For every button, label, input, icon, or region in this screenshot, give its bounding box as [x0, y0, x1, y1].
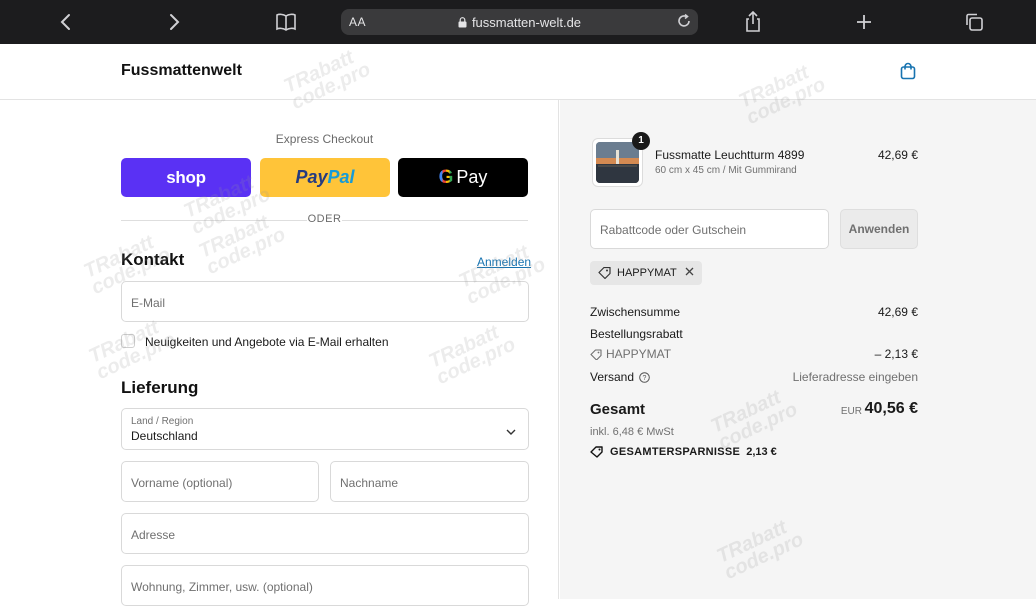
- order-discount-label: Bestellungsrabatt: [590, 327, 683, 341]
- quantity-badge: 1: [632, 132, 650, 150]
- total-savings: GESAMTERSPARNISSE 2,13 €: [590, 446, 777, 458]
- help-icon[interactable]: ?: [639, 371, 650, 383]
- shipping-label: Versand ?: [590, 370, 650, 384]
- order-discount-code: HAPPYMAT: [590, 347, 671, 361]
- newsletter-label: Neuigkeiten und Angebote via E-Mail erha…: [145, 335, 389, 349]
- tag-icon: [598, 267, 611, 279]
- google-pay-button[interactable]: G Pay: [398, 158, 528, 197]
- subtotal-label: Zwischensumme: [590, 305, 681, 319]
- order-summary: 1 Fussmatte Leuchtturm 4899 60 cm x 45 c…: [560, 100, 1036, 599]
- savings-tag-icon: [590, 446, 604, 458]
- svg-text:?: ?: [643, 375, 647, 382]
- product-image: [596, 142, 639, 183]
- share-icon[interactable]: [739, 9, 767, 35]
- express-checkout-title: Express Checkout: [275, 132, 374, 146]
- browser-toolbar: AA fussmatten-welt.de: [0, 0, 1036, 44]
- tag-icon: [590, 348, 602, 360]
- apartment-field[interactable]: Wohnung, Zimmer, usw. (optional): [121, 565, 529, 606]
- back-icon[interactable]: [51, 9, 79, 35]
- address-bar[interactable]: AA fussmatten-welt.de: [341, 9, 698, 35]
- address-field[interactable]: Adresse: [121, 513, 529, 554]
- firstname-field[interactable]: Vorname (optional): [121, 461, 319, 502]
- chevron-down-icon: [506, 423, 516, 441]
- divider-oder: ODER: [121, 213, 528, 227]
- shipping-value: Lieferadresse eingeben: [792, 370, 918, 384]
- lastname-field[interactable]: Nachname: [330, 461, 529, 502]
- total-value: 40,56 €: [864, 400, 918, 417]
- shop-name[interactable]: Fussmattenwelt: [121, 62, 242, 80]
- url-host-text: fussmatten-welt.de: [471, 15, 582, 30]
- google-g-icon: G: [438, 166, 454, 188]
- lock-icon: [458, 16, 467, 31]
- contact-title: Kontakt: [121, 250, 185, 269]
- subtotal-value: 42,69 €: [877, 305, 918, 319]
- total-currency: EUR: [840, 406, 862, 417]
- apply-discount-button[interactable]: Anwenden: [840, 209, 918, 249]
- bookmarks-icon[interactable]: [272, 9, 300, 35]
- product-name: Fussmatte Leuchtturm 4899: [655, 148, 805, 162]
- remove-discount-icon[interactable]: [685, 267, 694, 279]
- delivery-title: Lieferung: [121, 378, 199, 397]
- shopping-bag-icon[interactable]: [900, 62, 916, 85]
- shop-header: Fussmattenwelt: [0, 44, 1036, 100]
- product-thumbnail: 1: [592, 132, 650, 187]
- new-tab-icon[interactable]: [850, 9, 878, 35]
- checkout-form: Express Checkout shop Pay Pal G Pay ODER K…: [0, 100, 559, 606]
- reload-icon[interactable]: [676, 13, 692, 34]
- email-field[interactable]: E-Mail: [121, 281, 529, 322]
- vat-text: inkl. 6,48 € MwSt: [590, 426, 674, 438]
- order-discount-value: – 2,13 €: [874, 347, 918, 361]
- forward-icon[interactable]: [161, 9, 189, 35]
- total-label: Gesamt: [590, 401, 646, 418]
- country-select[interactable]: Land / Region Deutschland: [121, 408, 529, 450]
- applied-code-text: HAPPYMAT: [617, 267, 677, 279]
- product-price: 42,69 €: [877, 148, 918, 162]
- product-variant: 60 cm x 45 cm / Mit Gummirand: [655, 165, 797, 176]
- discount-code-field[interactable]: Rabattcode oder Gutschein: [590, 209, 829, 249]
- applied-discount-tag: HAPPYMAT: [590, 261, 702, 285]
- paypal-button[interactable]: Pay Pal: [260, 158, 390, 197]
- login-link[interactable]: Anmelden: [477, 255, 531, 269]
- tabs-icon[interactable]: [960, 9, 988, 35]
- shop-pay-button[interactable]: shop: [121, 158, 251, 197]
- newsletter-checkbox[interactable]: [121, 334, 135, 348]
